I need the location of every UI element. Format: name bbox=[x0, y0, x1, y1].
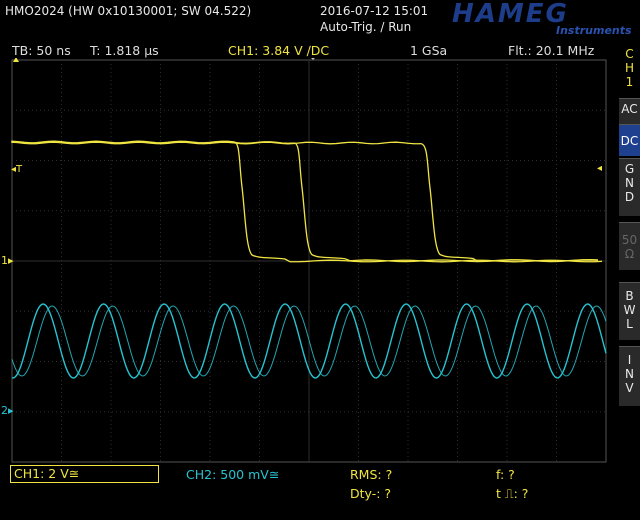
datetime: 2016-07-12 15:01 bbox=[320, 4, 429, 18]
filter-frequency: Flt.: 20.1 MHz bbox=[508, 43, 595, 58]
trigger-level[interactable]: CH1: 3.84 V ∕DC bbox=[228, 43, 329, 58]
coupling-gnd-button[interactable]: G N D bbox=[619, 158, 640, 216]
bandwidth-limit-button[interactable]: B W L bbox=[619, 282, 640, 340]
ohm-icon: Ω bbox=[624, 247, 635, 261]
measure-duty[interactable]: Dty-: ? bbox=[350, 486, 391, 501]
timebase[interactable]: TB: 50 ns bbox=[12, 43, 71, 58]
ch2-ground-marker[interactable]: 2▸ bbox=[1, 404, 14, 417]
hameg-logo: HAMEG bbox=[452, 0, 569, 29]
device-info: HMO2024 (HW 0x10130001; SW 04.522) bbox=[5, 4, 252, 18]
ch2-scale[interactable]: CH2: 500 mV≅ bbox=[186, 467, 279, 482]
invert-button[interactable]: I N V bbox=[619, 346, 640, 406]
trigger-level-right-marker: ◂ bbox=[597, 163, 603, 174]
trigger-time[interactable]: T: 1.818 µs bbox=[90, 43, 159, 58]
measure-pulse-width[interactable]: t ⎍: ? bbox=[496, 486, 528, 502]
arrow-right-icon: ▸ bbox=[8, 404, 14, 417]
hameg-logo-sub: Instruments bbox=[556, 24, 632, 37]
trigger-position-marker[interactable]: ◂T bbox=[11, 164, 22, 175]
measure-rms[interactable]: RMS: ? bbox=[350, 467, 392, 482]
side-channel-label: C H 1 bbox=[619, 44, 640, 94]
scope-screen[interactable] bbox=[0, 58, 618, 466]
coupling-ac-button[interactable]: AC bbox=[619, 98, 640, 124]
ch1-trace bbox=[11, 140, 603, 263]
coupling-dc-button[interactable]: DC bbox=[619, 124, 640, 156]
arrow-right-icon: ▸ bbox=[8, 254, 14, 267]
ch1-ground-marker[interactable]: 1▸ bbox=[1, 254, 14, 267]
termination-50ohm-button[interactable]: 50 Ω bbox=[619, 222, 640, 270]
sample-rate: 1 GSa bbox=[410, 43, 448, 58]
ch1-trace bbox=[11, 141, 599, 263]
ch1-scale-badge[interactable]: CH1: 2 V≅ bbox=[10, 465, 159, 483]
measure-frequency[interactable]: f: ? bbox=[496, 467, 515, 482]
trigger-mode: Auto-Trig. / Run bbox=[320, 20, 412, 34]
